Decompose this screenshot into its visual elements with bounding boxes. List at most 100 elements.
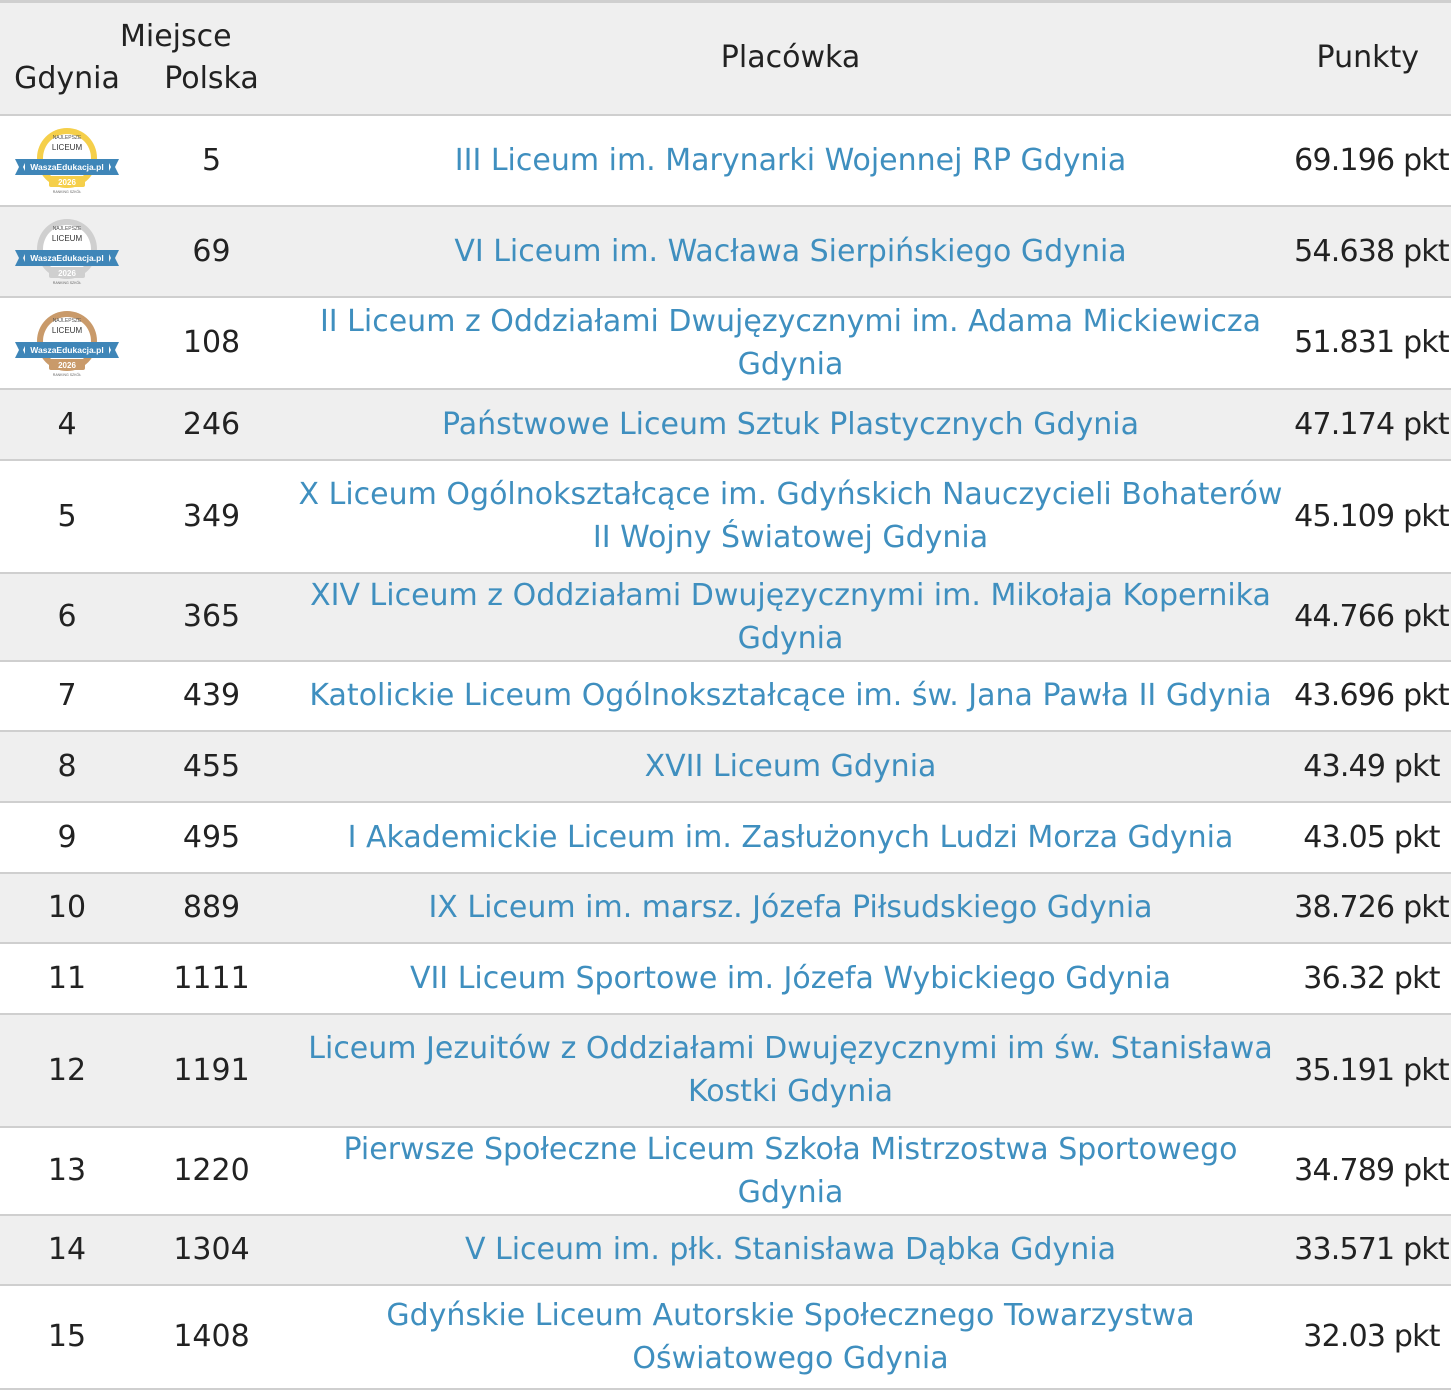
- header-miejsce: Miejsce: [120, 19, 232, 55]
- school-link[interactable]: III Liceum im. Marynarki Wojennej RP Gdy…: [455, 143, 1126, 178]
- rank-gdynia: 10: [47, 890, 87, 925]
- school-name-cell: Państwowe Liceum Sztuk Plastycznych Gdyn…: [289, 389, 1292, 460]
- school-link[interactable]: Gdyńskie Liceum Autorskie Społecznego To…: [386, 1298, 1194, 1376]
- school-link[interactable]: VI Liceum im. Wacława Sierpińskiego Gdyn…: [454, 234, 1126, 269]
- table-row: 7 439 Katolickie Liceum Ogólnokształcące i…: [0, 661, 1451, 731]
- rank-gdynia: NAJLEPSZE LICEUM WaszaEdukacja.pl 2026 RANKI…: [0, 115, 134, 206]
- table-row: 13 1220 Pierwsze Społeczne Liceum Szkoła M…: [0, 1127, 1451, 1215]
- school-link[interactable]: XIV Liceum z Oddziałami Dwujęzycznymi im…: [310, 578, 1271, 656]
- medal-text-bottom: RANKING SZKÓŁ: [53, 280, 81, 285]
- points-value: 45.109 pkt: [1294, 498, 1449, 534]
- points-value: 47.174 pkt: [1294, 406, 1449, 442]
- rank-polska: 1408: [173, 1319, 250, 1354]
- school-name-cell: VI Liceum im. Wacława Sierpińskiego Gdyn…: [289, 206, 1292, 297]
- points-value: 38.726 pkt: [1294, 890, 1449, 925]
- points-value: 34.789 pkt: [1294, 1153, 1449, 1188]
- medal-text-top: NAJLEPSZE: [53, 135, 82, 141]
- medal-text-year: 2026: [58, 178, 76, 187]
- rank-gdynia: 12: [47, 1052, 87, 1088]
- rank-polska: 455: [182, 748, 241, 784]
- medal-text-liceum: LICEUM: [52, 234, 83, 243]
- table-row: 10 889 IX Liceum im. marsz. Józefa Piłsuds…: [0, 872, 1451, 943]
- medal-text-liceum: LICEUM: [52, 326, 83, 335]
- rank-polska: 108: [182, 325, 241, 360]
- header-placowka: Placówka: [720, 40, 861, 76]
- school-name-cell: Gdyńskie Liceum Autorskie Społecznego To…: [289, 1285, 1292, 1389]
- medal-text-site: WaszaEdukacja.pl: [30, 345, 103, 355]
- school-link[interactable]: Katolickie Liceum Ogólnokształcące im. ś…: [309, 678, 1271, 713]
- school-link[interactable]: Liceum Jezuitów z Oddziałami Dwujęzyczny…: [308, 1031, 1272, 1109]
- school-link[interactable]: V Liceum im. płk. Stanisława Dąbka Gdyni…: [465, 1232, 1116, 1267]
- table-row: NAJLEPSZE LICEUM WaszaEdukacja.pl 2026 RANKI…: [0, 297, 1451, 389]
- table-body: NAJLEPSZE LICEUM WaszaEdukacja.pl 2026 RANKI…: [0, 115, 1451, 1389]
- table-row: 14 1304 V Liceum im. płk. Stanisława Dąbka…: [0, 1214, 1451, 1285]
- school-link[interactable]: IX Liceum im. marsz. Józefa Piłsudskiego…: [428, 890, 1152, 925]
- table-row: 12 1191 Liceum Jezuitów z Oddziałami Dwuję…: [0, 1013, 1451, 1127]
- points-value: 69.196 pkt: [1294, 142, 1449, 178]
- medal-text-top: NAJLEPSZE: [53, 226, 82, 232]
- rank-gdynia: 6: [57, 599, 77, 634]
- medal-text-year: 2026: [58, 361, 76, 370]
- silver-medal-icon: NAJLEPSZE LICEUM WaszaEdukacja.pl 2026 RANKI…: [15, 219, 119, 285]
- school-name-cell: III Liceum im. Marynarki Wojennej RP Gdy…: [289, 115, 1292, 206]
- rank-gdynia: 9: [57, 819, 77, 855]
- header-gdynia: Gdynia: [14, 61, 120, 97]
- school-name-cell: Liceum Jezuitów z Oddziałami Dwujęzyczny…: [289, 1014, 1292, 1127]
- rank-gdynia: 15: [47, 1319, 87, 1354]
- school-link[interactable]: X Liceum Ogólnokształcące im. Gdyńskich …: [299, 477, 1283, 555]
- points-value: 43.49 pkt: [1303, 748, 1440, 784]
- points-value: 51.831 pkt: [1294, 325, 1449, 360]
- rank-gdynia: 8: [57, 748, 77, 784]
- rank-gdynia: 13: [47, 1153, 87, 1188]
- school-link[interactable]: Pierwsze Społeczne Liceum Szkoła Mistrzo…: [344, 1132, 1238, 1210]
- school-name-cell: II Liceum z Oddziałami Dwujęzycznymi im.…: [289, 297, 1292, 389]
- medal-text-top: NAJLEPSZE: [53, 318, 82, 324]
- gold-medal-icon: NAJLEPSZE LICEUM WaszaEdukacja.pl 2026 RANKI…: [15, 128, 119, 194]
- table-row: 5 349 X Liceum Ogólnokształcące im. Gdyńsk…: [0, 460, 1451, 573]
- points-value: 54.638 pkt: [1294, 233, 1449, 269]
- table-header: Miejsce Gdynia Polska Placówka Punkty: [0, 1, 1451, 115]
- school-link[interactable]: II Liceum z Oddziałami Dwujęzycznymi im.…: [320, 304, 1261, 382]
- school-name-cell: XVII Liceum Gdynia: [289, 731, 1292, 802]
- rank-polska: 69: [192, 233, 231, 269]
- medal-text-site: WaszaEdukacja.pl: [30, 253, 103, 263]
- rank-polska: 5: [201, 142, 222, 178]
- rank-gdynia: 4: [57, 406, 77, 442]
- medal-text-site: WaszaEdukacja.pl: [30, 162, 103, 172]
- rank-polska: 439: [182, 678, 241, 713]
- header-miejsce-group: Miejsce Gdynia Polska: [0, 2, 289, 115]
- table-row: 9 495 I Akademickie Liceum im. Zasłużonych…: [0, 802, 1451, 873]
- table-row: NAJLEPSZE LICEUM WaszaEdukacja.pl 2026 RANKI…: [0, 115, 1451, 206]
- rank-polska: 495: [182, 819, 241, 855]
- points-value: 43.05 pkt: [1303, 819, 1440, 855]
- table-row: NAJLEPSZE LICEUM WaszaEdukacja.pl 2026 RANKI…: [0, 205, 1451, 297]
- points-value: 43.696 pkt: [1294, 678, 1449, 713]
- rank-polska: 246: [182, 406, 241, 442]
- rank-gdynia: 5: [57, 498, 77, 534]
- medal-text-bottom: RANKING SZKÓŁ: [53, 372, 81, 377]
- rank-polska: 1111: [173, 960, 250, 996]
- rank-gdynia: 14: [47, 1232, 87, 1267]
- rank-polska: 1304: [173, 1232, 250, 1267]
- rank-gdynia: NAJLEPSZE LICEUM WaszaEdukacja.pl 2026 RANKI…: [0, 206, 134, 297]
- rank-gdynia: 7: [57, 678, 77, 713]
- school-link[interactable]: VII Liceum Sportowe im. Józefa Wybickieg…: [410, 961, 1171, 996]
- rank-gdynia: 11: [47, 960, 87, 996]
- table-row: 11 1111 VII Liceum Sportowe im. Józefa Wyb…: [0, 943, 1451, 1014]
- rank-polska: 889: [182, 890, 241, 925]
- school-link[interactable]: I Akademickie Liceum im. Zasłużonych Lud…: [348, 820, 1234, 855]
- school-link[interactable]: XVII Liceum Gdynia: [645, 749, 937, 784]
- points-value: 33.571 pkt: [1294, 1232, 1449, 1267]
- points-value: 36.32 pkt: [1303, 960, 1440, 996]
- school-link[interactable]: Państwowe Liceum Sztuk Plastycznych Gdyn…: [442, 407, 1139, 442]
- rank-gdynia: NAJLEPSZE LICEUM WaszaEdukacja.pl 2026 RANKI…: [0, 297, 134, 389]
- school-name-cell: X Liceum Ogólnokształcące im. Gdyńskich …: [289, 460, 1292, 573]
- school-name-cell: I Akademickie Liceum im. Zasłużonych Lud…: [289, 802, 1292, 873]
- header-polska: Polska: [164, 61, 259, 97]
- rank-polska: 1220: [173, 1153, 250, 1188]
- table-row: 8 455 XVII Liceum Gdynia 43.49 pkt: [0, 730, 1451, 802]
- table-row: 4 246 Państwowe Liceum Sztuk Plastycznych …: [0, 388, 1451, 460]
- medal-text-liceum: LICEUM: [52, 143, 83, 152]
- medal-text-year: 2026: [58, 269, 76, 278]
- school-name-cell: Katolickie Liceum Ogólnokształcące im. ś…: [289, 661, 1292, 731]
